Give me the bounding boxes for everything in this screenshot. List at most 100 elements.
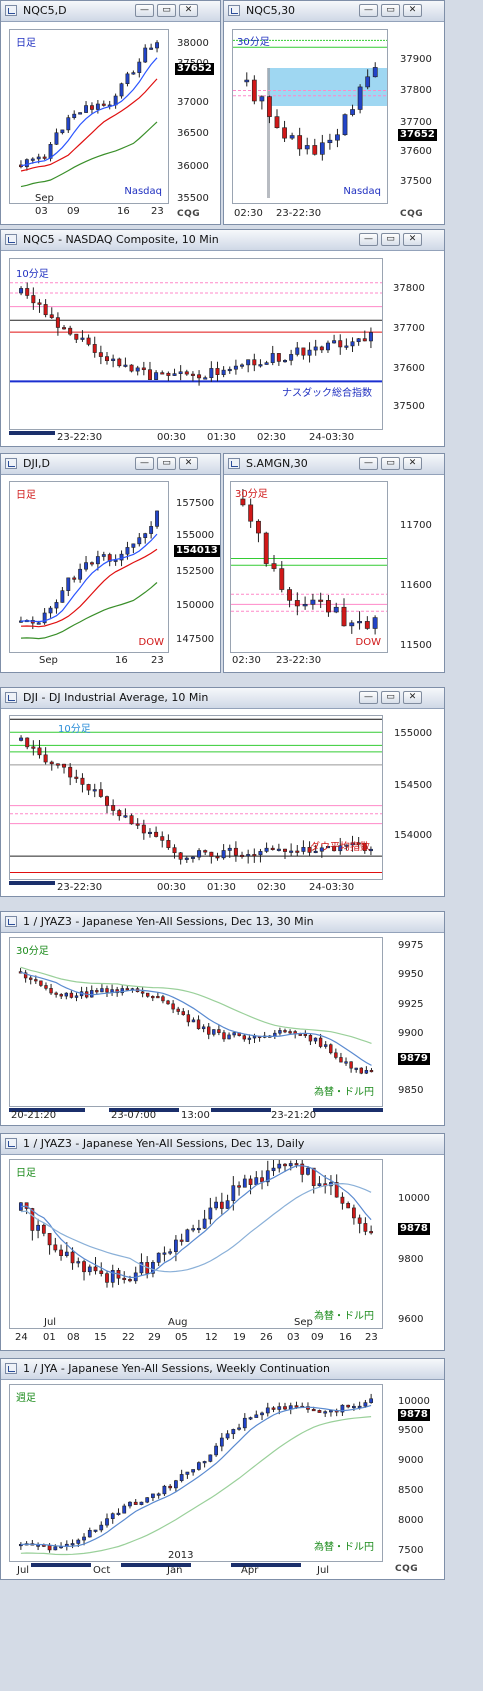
- close-button[interactable]: ✕: [179, 457, 198, 470]
- restore-button[interactable]: ▭: [381, 691, 400, 704]
- title-bar[interactable]: NQC5,30 — ▭ ✕: [224, 1, 444, 22]
- chart-canvas: [18, 1160, 374, 1288]
- x-tick: 02:30: [232, 655, 261, 666]
- candle-body: [139, 1501, 144, 1505]
- candle-body: [74, 995, 79, 998]
- candle-body: [172, 373, 177, 376]
- chart-plot[interactable]: 週足 為替・ドル円 2013: [9, 1384, 383, 1562]
- candle-body: [264, 847, 269, 852]
- restore-button[interactable]: ▭: [381, 4, 400, 17]
- candle-body: [304, 145, 310, 150]
- title-bar[interactable]: 1 / JYAZ3 - Japanese Yen-All Sessions, D…: [1, 1134, 444, 1155]
- window-title: NQC5,D: [23, 4, 67, 17]
- window-nqc5-daily[interactable]: NQC5,D — ▭ ✕ 日足 Nasdaq 38000 37500 37652…: [0, 0, 221, 225]
- window-yen-daily[interactable]: 1 / JYAZ3 - Japanese Yen-All Sessions, D…: [0, 1133, 445, 1351]
- candle-body: [98, 789, 103, 797]
- candle-body: [172, 847, 177, 854]
- chart-plot[interactable]: 日足 為替・ドル円 Jul Aug Sep: [9, 1159, 383, 1329]
- candle-body: [215, 368, 220, 375]
- candle-body: [349, 1061, 353, 1069]
- close-button[interactable]: ✕: [403, 233, 422, 246]
- candle-body: [259, 96, 265, 102]
- close-button[interactable]: ✕: [179, 4, 198, 17]
- restore-button[interactable]: ▭: [381, 457, 400, 470]
- window-yen-weekly[interactable]: 1 / JYA - Japanese Yen-All Sessions, Wee…: [0, 1358, 445, 1580]
- candle-body: [311, 1409, 316, 1412]
- candle-body: [140, 991, 145, 994]
- timeframe-label: 30分足: [237, 37, 270, 48]
- candle-body: [80, 777, 85, 785]
- chart-window-icon: [5, 5, 17, 16]
- candle-body: [196, 1227, 201, 1231]
- minimize-button[interactable]: —: [359, 691, 378, 704]
- window-amgn-30min[interactable]: S.AMGN,30 — ▭ ✕ 30分足 DOW 11700 11600 115…: [223, 453, 445, 673]
- title-bar[interactable]: DJI - DJ Industrial Average, 10 Min — ▭ …: [1, 688, 444, 709]
- candle-body: [263, 532, 269, 564]
- title-bar[interactable]: NQC5 - NASDAQ Composite, 10 Min — ▭ ✕: [1, 230, 444, 251]
- x-tick: 09: [311, 1332, 324, 1343]
- title-bar[interactable]: 1 / JYAZ3 - Japanese Yen-All Sessions, D…: [1, 912, 444, 933]
- chart-plot[interactable]: 30分足 DOW: [230, 481, 388, 653]
- chart-plot[interactable]: 10分足 ダウ平均指数: [9, 715, 383, 880]
- candle-body: [369, 1398, 374, 1403]
- candle-body: [368, 332, 373, 342]
- restore-button[interactable]: ▭: [157, 457, 176, 470]
- candle-body: [78, 112, 83, 115]
- candle-body: [344, 345, 349, 348]
- close-button[interactable]: ✕: [403, 4, 422, 17]
- y-tick: 157500: [176, 498, 215, 509]
- candle-body: [68, 766, 73, 778]
- candle-body: [191, 1469, 196, 1473]
- candle-body: [265, 1407, 270, 1414]
- y-tick: 9000: [398, 1455, 424, 1466]
- window-nasdaq-composite-10min[interactable]: NQC5 - NASDAQ Composite, 10 Min — ▭ ✕ 10…: [0, 229, 445, 447]
- window-nqc5-30min[interactable]: NQC5,30 — ▭ ✕ 30分足 Nasdaq 37900 37800 37…: [223, 0, 445, 225]
- candle-body: [135, 367, 140, 372]
- minimize-button[interactable]: —: [359, 4, 378, 17]
- chart-plot[interactable]: 日足 DOW: [9, 481, 169, 653]
- close-button[interactable]: ✕: [403, 457, 422, 470]
- window-title: NQC5,30: [246, 4, 296, 17]
- candle-body: [110, 989, 114, 993]
- window-yen-30min[interactable]: 1 / JYAZ3 - Japanese Yen-All Sessions, D…: [0, 911, 445, 1126]
- minimize-button[interactable]: —: [135, 4, 154, 17]
- moving-average-line: [20, 966, 372, 1044]
- candle-body: [87, 1266, 92, 1273]
- minimize-button[interactable]: —: [359, 233, 378, 246]
- candle-body: [129, 364, 134, 372]
- title-bar[interactable]: S.AMGN,30 — ▭ ✕: [224, 454, 444, 475]
- chart-plot[interactable]: 10分足 ナスダック総合指数: [9, 258, 383, 430]
- minimize-button[interactable]: —: [135, 457, 154, 470]
- x-tick: Apr: [241, 1565, 259, 1576]
- candle-body: [179, 1474, 184, 1481]
- candle-body: [19, 737, 24, 741]
- candle-body: [203, 377, 208, 380]
- candle-body: [133, 1501, 138, 1505]
- candle-body: [90, 562, 94, 565]
- candle-body: [244, 79, 250, 83]
- chart-plot[interactable]: 30分足 Nasdaq: [232, 29, 388, 204]
- restore-button[interactable]: ▭: [381, 233, 400, 246]
- minimize-button[interactable]: —: [359, 457, 378, 470]
- x-month: Jul: [44, 1317, 57, 1328]
- restore-button[interactable]: ▭: [157, 4, 176, 17]
- candle-body: [271, 563, 277, 569]
- chart-plot[interactable]: 日足 Nasdaq: [9, 29, 169, 204]
- candle-body: [62, 327, 67, 330]
- candle-body: [283, 1030, 287, 1033]
- candle-body: [202, 1218, 207, 1229]
- title-bar[interactable]: NQC5,D — ▭ ✕: [1, 1, 220, 22]
- chart-plot[interactable]: 30分足 為替・ドル円: [9, 937, 383, 1107]
- candle-body: [179, 1239, 184, 1242]
- window-dji-daily[interactable]: DJI,D — ▭ ✕ 日足 DOW 157500 155000 154013 …: [0, 453, 221, 673]
- moving-average-line: [20, 548, 158, 628]
- x-tick: 23-22:30: [276, 655, 322, 666]
- close-button[interactable]: ✕: [403, 691, 422, 704]
- candle-body: [254, 1414, 259, 1418]
- window-dj-industrial-10min[interactable]: DJI - DJ Industrial Average, 10 Min — ▭ …: [0, 687, 445, 897]
- y-tick: 152500: [176, 566, 215, 577]
- title-bar[interactable]: DJI,D — ▭ ✕: [1, 454, 220, 475]
- candle-body: [95, 103, 100, 110]
- candle-body: [123, 815, 128, 818]
- title-bar[interactable]: 1 / JYA - Japanese Yen-All Sessions, Wee…: [1, 1359, 444, 1380]
